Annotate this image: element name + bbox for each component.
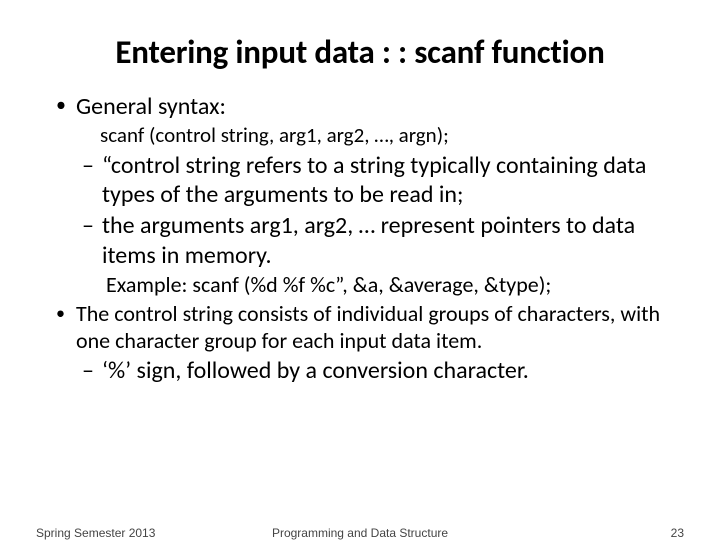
- bullet-control-string-desc: • The control string consists of individ…: [56, 301, 684, 355]
- example-line: Example: scanf (%d %f %c”, &a, &average,…: [106, 272, 684, 299]
- code-line-scanf-syntax: scanf (control string, arg1, arg2, …, ar…: [100, 123, 684, 149]
- sub-bullets-group-2: – ‘%’ sign, followed by a conversion cha…: [82, 356, 684, 385]
- sub-bullets-group: – “control string refers to a string typ…: [82, 151, 684, 270]
- dash-icon: –: [82, 356, 102, 385]
- sub-bullet-control-string: – “control string refers to a string typ…: [82, 151, 684, 210]
- dash-icon: –: [82, 151, 102, 210]
- dash-icon: –: [82, 211, 102, 270]
- sub-bullet-text: ‘%’ sign, followed by a conversion chara…: [102, 356, 529, 385]
- sub-bullet-text: the arguments arg1, arg2, … represent po…: [102, 211, 684, 270]
- sub-bullet-text: “control string refers to a string typic…: [102, 151, 684, 210]
- bullet-dot-icon: •: [56, 92, 76, 121]
- sub-bullet-percent-sign: – ‘%’ sign, followed by a conversion cha…: [82, 356, 684, 385]
- bullet-text: The control string consists of individua…: [76, 301, 684, 355]
- bullet-general-syntax: • General syntax:: [56, 92, 684, 121]
- bullet-text: General syntax:: [76, 92, 226, 121]
- slide: Entering input data : : scanf function •…: [0, 0, 720, 540]
- slide-title: Entering input data : : scanf function: [36, 32, 684, 72]
- sub-bullet-arguments: – the arguments arg1, arg2, … represent …: [82, 211, 684, 270]
- slide-content: • General syntax: scanf (control string,…: [36, 92, 684, 386]
- footer-course: Programming and Data Structure: [0, 526, 720, 540]
- footer-page-number: 23: [671, 526, 684, 540]
- bullet-dot-icon: •: [56, 301, 76, 355]
